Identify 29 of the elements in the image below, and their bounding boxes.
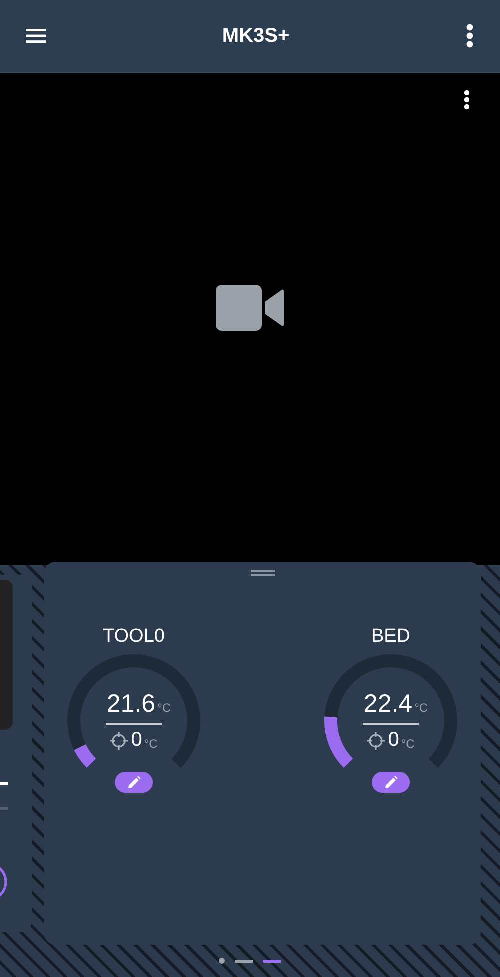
heater-name: TOOL0 <box>103 626 165 648</box>
app-title: MK3S+ <box>222 24 290 48</box>
crosshair-icon <box>110 732 128 750</box>
menu-button[interactable] <box>26 28 46 44</box>
current-temperature: 21.6 <box>106 690 156 719</box>
unit-label: °C <box>144 737 158 751</box>
edit-button[interactable] <box>372 772 410 793</box>
crosshair-icon <box>367 732 386 750</box>
drag-handle[interactable] <box>250 570 274 576</box>
camera-menu-button[interactable] <box>464 90 470 110</box>
more-icon <box>464 90 470 110</box>
pencil-icon <box>128 776 140 789</box>
more-button[interactable] <box>466 24 474 48</box>
video-camera-icon <box>216 284 284 330</box>
unit-label: °C <box>158 701 172 715</box>
target-temperature: 0 <box>131 729 142 752</box>
unit-label: °C <box>401 737 415 751</box>
unit-label: °C <box>414 701 428 715</box>
heater-name: BED <box>371 626 411 648</box>
progress-track <box>0 807 8 810</box>
page-indicator[interactable] <box>263 960 281 962</box>
more-icon <box>466 24 474 48</box>
page-indicator[interactable] <box>235 960 253 962</box>
edit-button[interactable] <box>115 772 153 793</box>
target-temperature: 0 <box>388 729 400 752</box>
page-indicator[interactable] <box>219 958 225 964</box>
menu-icon <box>26 28 46 44</box>
current-temperature: 22.4 <box>364 690 413 719</box>
pencil-icon <box>384 776 398 789</box>
